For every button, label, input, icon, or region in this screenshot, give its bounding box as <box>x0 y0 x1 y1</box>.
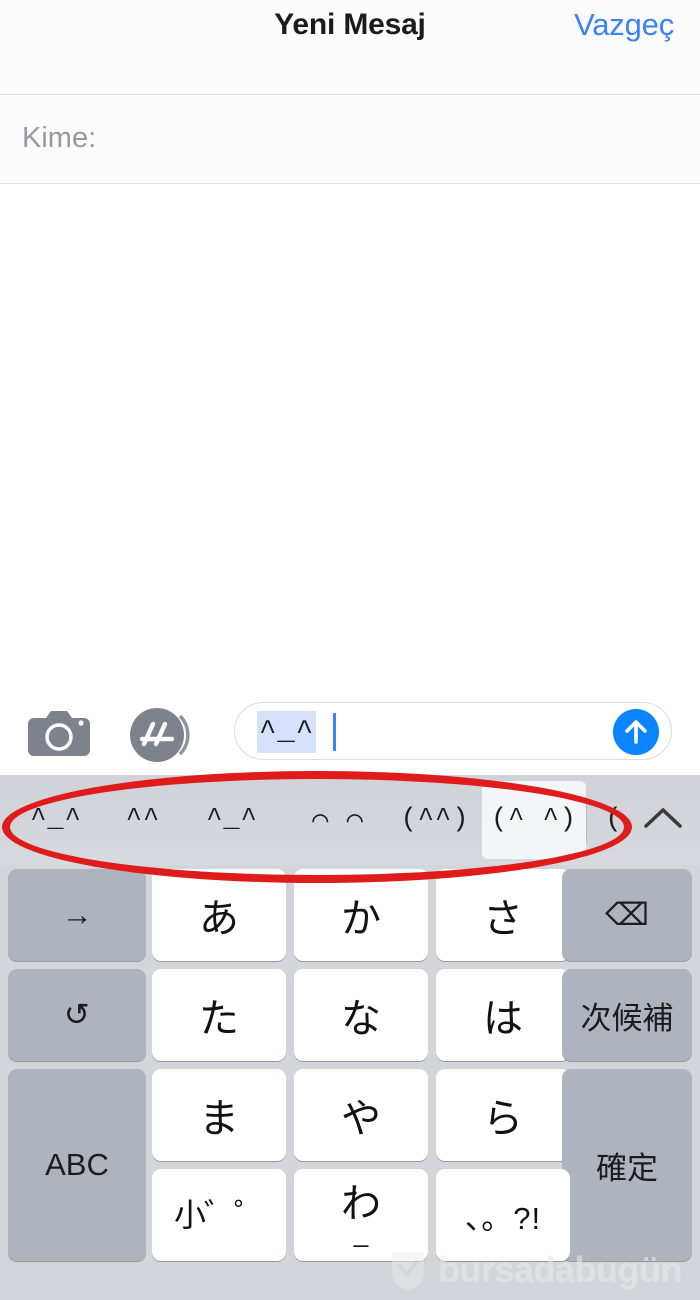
kana-key-ka[interactable]: か <box>294 869 428 961</box>
message-text-input[interactable]: ^_^ <box>234 702 672 760</box>
kana-key-a[interactable]: あ <box>152 869 286 961</box>
undo-key[interactable]: ↺ <box>8 969 146 1061</box>
key-label: な <box>341 997 381 1041</box>
suggestion-item[interactable]: ⌒ ⌒ <box>290 781 386 859</box>
kana-key-ta[interactable]: た <box>152 969 286 1061</box>
suggestion-item[interactable]: ^_^ <box>182 781 282 859</box>
kana-key-wa[interactable]: わ _ <box>294 1169 428 1261</box>
suggestion-divider <box>586 797 587 843</box>
kana-key-ha[interactable]: は <box>436 969 570 1061</box>
next-candidate-key[interactable]: 次候補 <box>562 969 692 1061</box>
suggestion-item[interactable]: (^^) <box>390 781 480 859</box>
recipient-field[interactable]: Kime: <box>0 96 700 184</box>
suggestion-item[interactable]: ^^ <box>104 781 182 859</box>
key-label: → <box>61 897 93 932</box>
key-label: や <box>341 1097 381 1141</box>
cursor-right-key[interactable]: → <box>8 869 146 961</box>
key-label: 、。?! <box>464 1200 542 1236</box>
kana-key-ma[interactable]: ま <box>152 1069 286 1161</box>
navigation-bar: Yeni Mesaj Vazgeç <box>0 0 700 95</box>
key-label: ↺ <box>64 997 90 1032</box>
key-label: ABC <box>45 1147 109 1182</box>
message-thread-area <box>0 185 700 690</box>
key-label: ま <box>199 1097 239 1141</box>
cancel-button[interactable]: Vazgeç <box>574 7 674 43</box>
suggestion-item[interactable]: ( <box>590 781 638 859</box>
key-label: た <box>199 997 239 1041</box>
key-label: ら <box>483 1097 523 1141</box>
recipient-label: Kime: <box>22 122 97 154</box>
suggestion-item[interactable]: ^_^ <box>8 781 104 859</box>
key-sublabel: _ <box>353 1218 369 1248</box>
kana-key-ya[interactable]: や <box>294 1069 428 1161</box>
chevron-up-icon[interactable] <box>640 801 686 835</box>
predictive-suggestion-bar: ^_^ ^^ ^_^ ⌒ ⌒ (^^) (^ ^)( <box>0 775 700 865</box>
message-text-value: ^_^ <box>257 711 317 753</box>
key-label: 小゛゜ <box>173 1197 266 1233</box>
kana-key-ra[interactable]: ら <box>436 1069 570 1161</box>
japanese-kana-keyboard: → あ か さ ⌫ ↺ た な は 次候補 ABC ま や ら確定小゛゜わ _ 、。?! <box>0 865 700 1300</box>
small-dakuten-key[interactable]: 小゛゜ <box>152 1169 286 1261</box>
key-label: ⌫ <box>605 897 649 932</box>
key-label: は <box>483 997 523 1041</box>
send-button[interactable] <box>613 709 659 755</box>
text-caret <box>333 713 336 751</box>
confirm-key[interactable]: 確定 <box>562 1069 692 1261</box>
key-label: さ <box>483 897 523 941</box>
key-label: 確定 <box>596 1150 658 1186</box>
key-label: か <box>341 897 381 941</box>
app-store-icon[interactable] <box>128 704 190 766</box>
key-label: あ <box>199 897 239 941</box>
abc-keyboard-switch-key[interactable]: ABC <box>8 1069 146 1261</box>
punctuation-key[interactable]: 、。?! <box>436 1169 570 1261</box>
kana-key-na[interactable]: な <box>294 969 428 1061</box>
kana-key-sa[interactable]: さ <box>436 869 570 961</box>
key-label: 次候補 <box>580 1000 674 1036</box>
camera-icon[interactable] <box>26 708 92 758</box>
delete-key[interactable]: ⌫ <box>562 869 692 961</box>
suggestion-item[interactable]: (^ ^) <box>482 781 586 859</box>
message-input-toolbar: ^_^ <box>0 690 700 775</box>
